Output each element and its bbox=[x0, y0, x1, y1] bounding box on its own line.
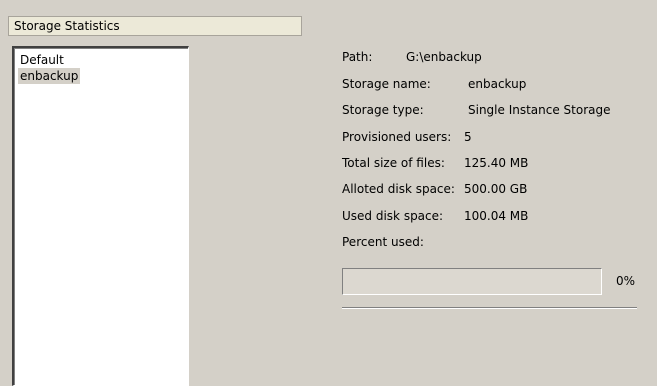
list-item-default[interactable]: Default bbox=[18, 52, 66, 68]
percent-used-progress-bar bbox=[342, 268, 602, 295]
storage-type-value: Single Instance Storage bbox=[468, 103, 611, 117]
path-value: G:\enbackup bbox=[406, 50, 482, 64]
percent-used-label: Percent used: bbox=[342, 235, 424, 249]
alloted-space-label: Alloted disk space: bbox=[342, 182, 455, 196]
total-size-label: Total size of files: bbox=[342, 156, 445, 170]
storage-name-label: Storage name: bbox=[342, 77, 431, 91]
path-label: Path: bbox=[342, 50, 373, 64]
storage-name-value: enbackup bbox=[468, 77, 527, 91]
total-size-value: 125.40 MB bbox=[464, 156, 529, 170]
alloted-space-value: 500.00 GB bbox=[464, 182, 528, 196]
used-space-value: 100.04 MB bbox=[464, 209, 529, 223]
header-title: Storage Statistics bbox=[14, 19, 120, 33]
storage-type-label: Storage type: bbox=[342, 103, 424, 117]
percent-used-value: 0% bbox=[616, 274, 636, 288]
used-space-label: Used disk space: bbox=[342, 209, 444, 223]
storage-list[interactable]: Default enbackup bbox=[12, 46, 189, 386]
provisioned-users-label: Provisioned users: bbox=[342, 130, 452, 144]
divider bbox=[342, 307, 637, 309]
provisioned-users-value: 5 bbox=[464, 130, 472, 144]
storage-statistics-header: Storage Statistics bbox=[8, 16, 302, 36]
list-item-enbackup[interactable]: enbackup bbox=[18, 68, 81, 84]
